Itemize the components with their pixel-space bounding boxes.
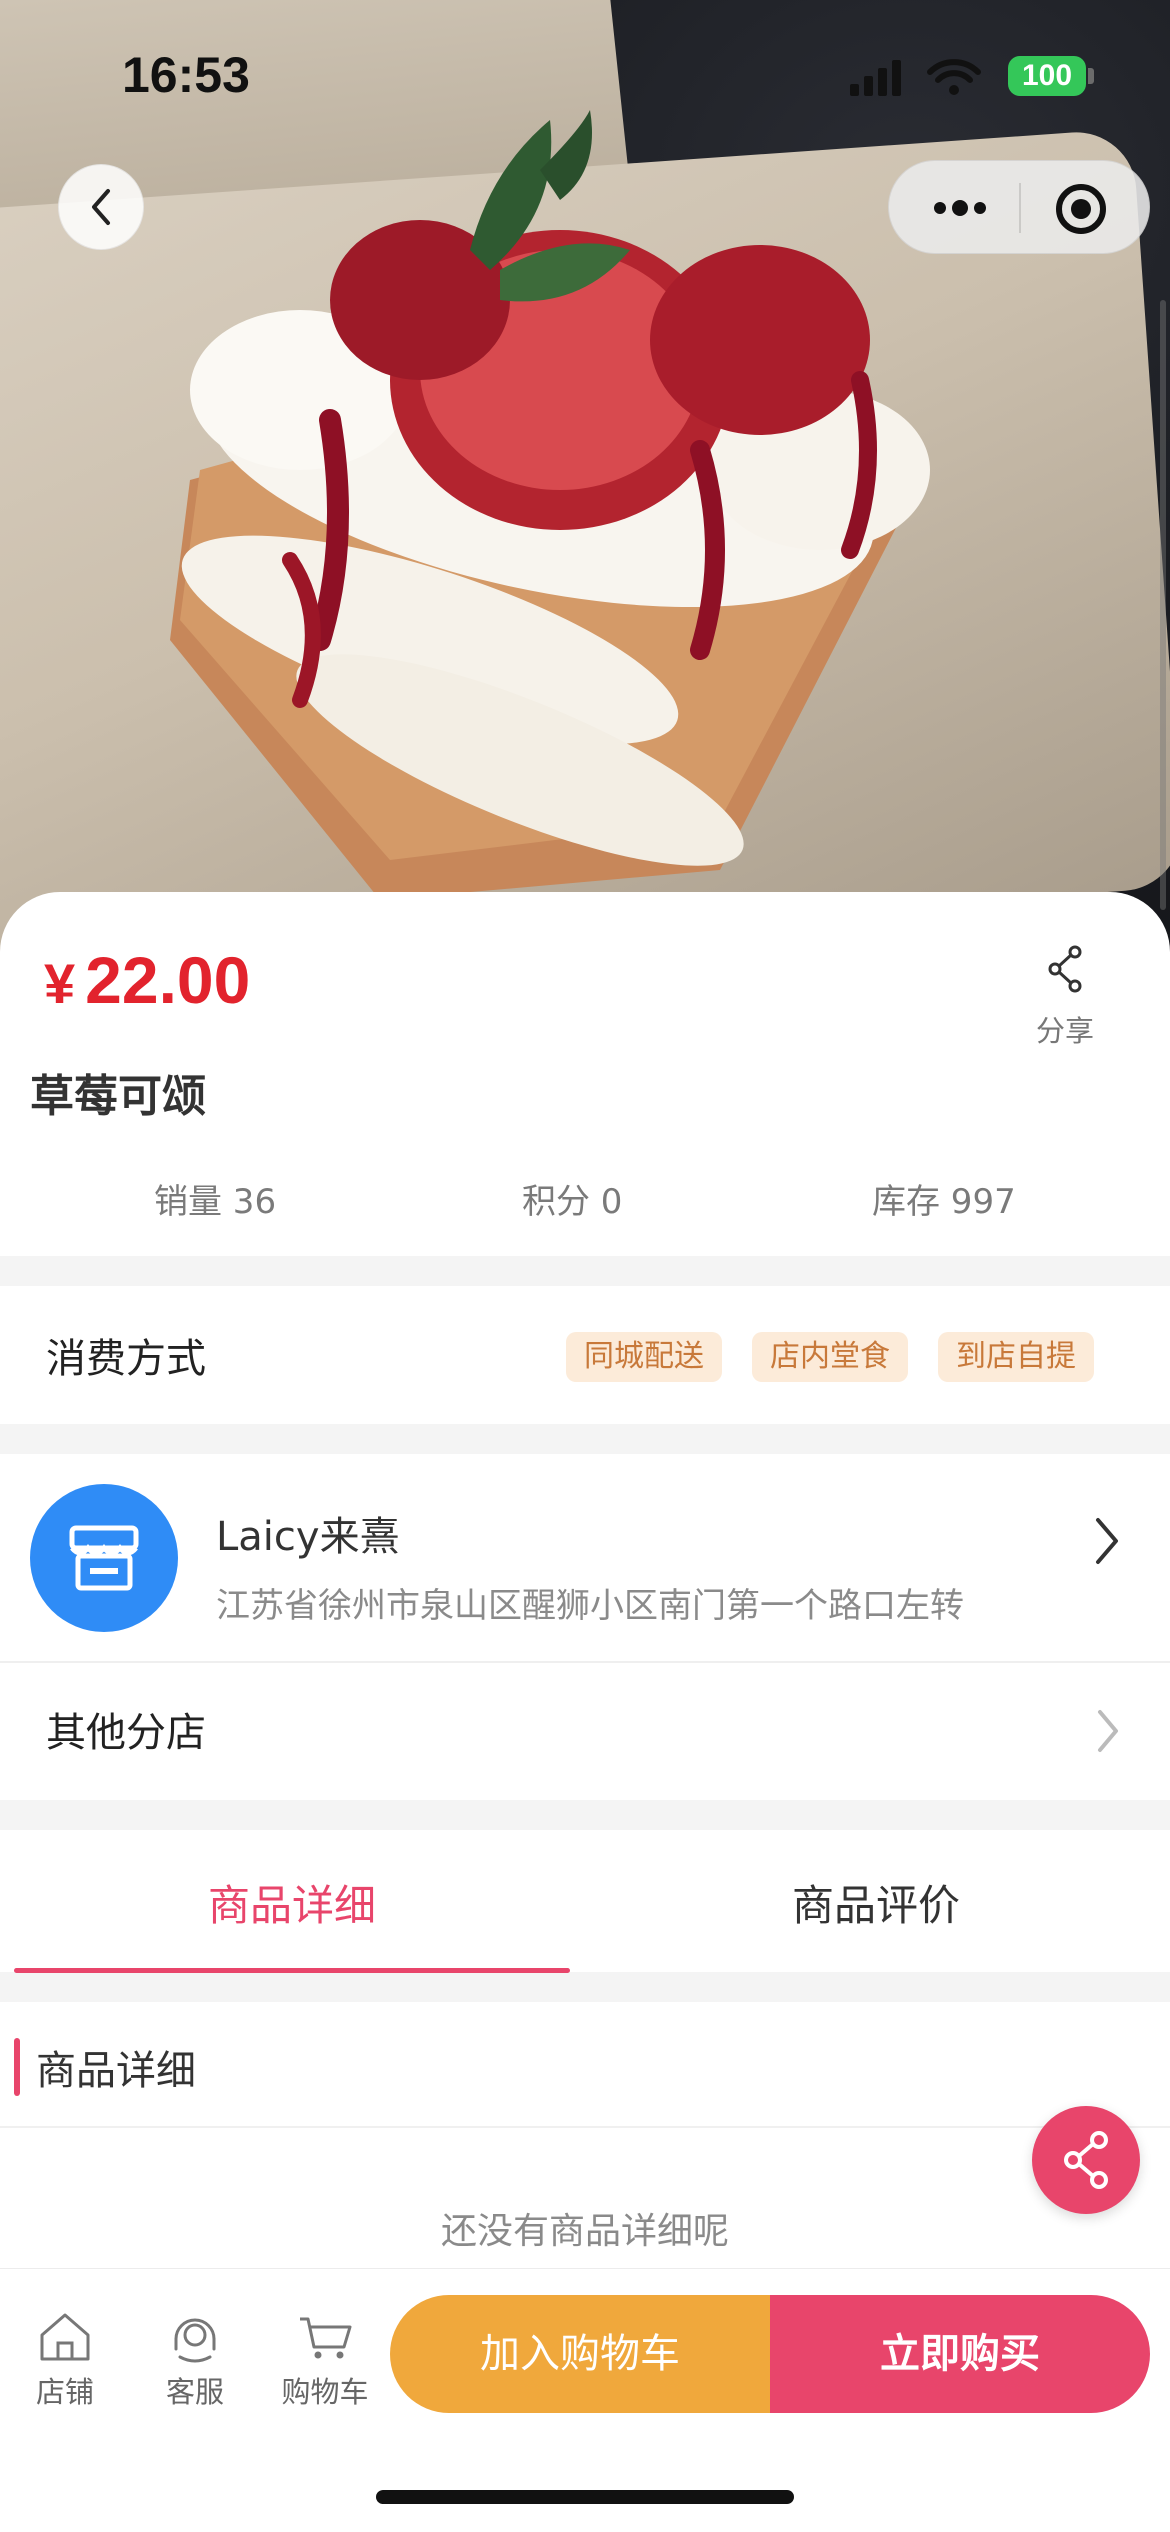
product-info-card: ¥22.00 分享 草莓可颂 销量 36 积分 0 库存 997 <box>0 892 1170 1256</box>
product-price: ¥22.00 <box>44 942 250 1018</box>
product-detail-page: 16:53 100 ¥ 22.00 分享 草莓可颂 销量 36 积分 0 库存 … <box>0 0 1170 2532</box>
product-stats: 销量 36 积分 0 库存 997 <box>0 1174 1170 1224</box>
details-heading: 商品详细 <box>36 2048 196 2094</box>
floating-share-button[interactable] <box>1032 2106 1140 2214</box>
battery-tip <box>1088 68 1094 84</box>
tag-dine-in: 店内堂食 <box>752 1332 908 1382</box>
detail-tabs: 商品详细 商品评价 <box>0 1830 1170 1973</box>
points-value: 积分 0 <box>522 1182 623 1222</box>
status-time: 16:53 <box>122 47 250 103</box>
capsule-divider <box>1019 183 1021 233</box>
product-title: 草莓可颂 <box>30 1071 206 1122</box>
home-indicator[interactable] <box>376 2490 794 2504</box>
customer-service-icon <box>174 2318 216 2363</box>
divider <box>0 1661 1170 1663</box>
buy-now-button[interactable]: 立即购买 <box>770 2295 1150 2413</box>
nav-cart-label: 购物车 <box>281 2375 369 2409</box>
nav-service-label: 客服 <box>165 2375 224 2409</box>
cart-icon <box>300 2317 352 2359</box>
target-close-icon <box>1056 184 1106 234</box>
share-icon <box>1064 2131 1108 2189</box>
store-icon <box>69 1525 139 1591</box>
nav-cart[interactable]: 购物车 <box>270 2305 380 2411</box>
more-button[interactable] <box>925 183 995 233</box>
shop-address: 江苏省徐州市泉山区醒狮小区南门第一个路口左转 <box>216 1586 964 1626</box>
other-branches-label: 其他分店 <box>46 1710 206 1756</box>
tab-product-details[interactable]: 商品详细 <box>208 1872 376 1933</box>
consumption-methods: 消费方式 同城配送 店内堂食 到店自提 <box>0 1286 1170 1424</box>
add-to-cart-button[interactable]: 加入购物车 <box>390 2295 770 2413</box>
share-icon <box>1048 945 1082 993</box>
more-dots-icon <box>934 200 986 216</box>
active-tab-indicator <box>14 1968 570 1973</box>
signal-wifi-icon <box>850 59 981 96</box>
price-value: 22.00 <box>85 943 251 1017</box>
battery-indicator: 100 <box>1008 56 1086 96</box>
back-button[interactable] <box>58 164 144 250</box>
tag-city-delivery: 同城配送 <box>566 1332 722 1382</box>
shop-avatar <box>30 1484 178 1632</box>
share-label: 分享 <box>1035 1014 1094 1048</box>
stock-count: 库存 997 <box>872 1182 1016 1222</box>
close-miniprogram-button[interactable] <box>1051 181 1111 237</box>
miniprogram-capsule <box>888 160 1150 254</box>
product-details-section: 商品详细 还没有商品详细呢 <box>0 2002 1170 2270</box>
shop-name: Laicy来熹 <box>216 1514 400 1560</box>
status-bar: 16:53 100 <box>0 0 1170 150</box>
nav-store[interactable]: 店铺 <box>10 2305 120 2411</box>
empty-details-text: 还没有商品详细呢 <box>440 2211 729 2252</box>
nav-store-label: 店铺 <box>35 2375 94 2409</box>
currency-symbol: ¥ <box>44 952 76 1015</box>
divider <box>0 2126 1170 2128</box>
section-accent-bar <box>14 2038 20 2096</box>
share-button[interactable]: 分享 <box>1020 944 1110 1050</box>
scrollbar[interactable] <box>1160 300 1166 910</box>
tab-product-reviews[interactable]: 商品评价 <box>792 1872 960 1933</box>
tag-pickup: 到店自提 <box>938 1332 1094 1382</box>
sales-count: 销量 36 <box>154 1182 277 1222</box>
chevron-right-icon <box>1098 1710 1118 1752</box>
chevron-right-icon <box>1096 1518 1118 1564</box>
consumption-label: 消费方式 <box>46 1336 206 1382</box>
shop-section: Laicy来熹 江苏省徐州市泉山区醒狮小区南门第一个路口左转 其他分店 <box>0 1454 1170 1800</box>
nav-service[interactable]: 客服 <box>140 2305 250 2411</box>
home-icon <box>40 2313 90 2361</box>
chevron-left-icon <box>92 189 110 225</box>
